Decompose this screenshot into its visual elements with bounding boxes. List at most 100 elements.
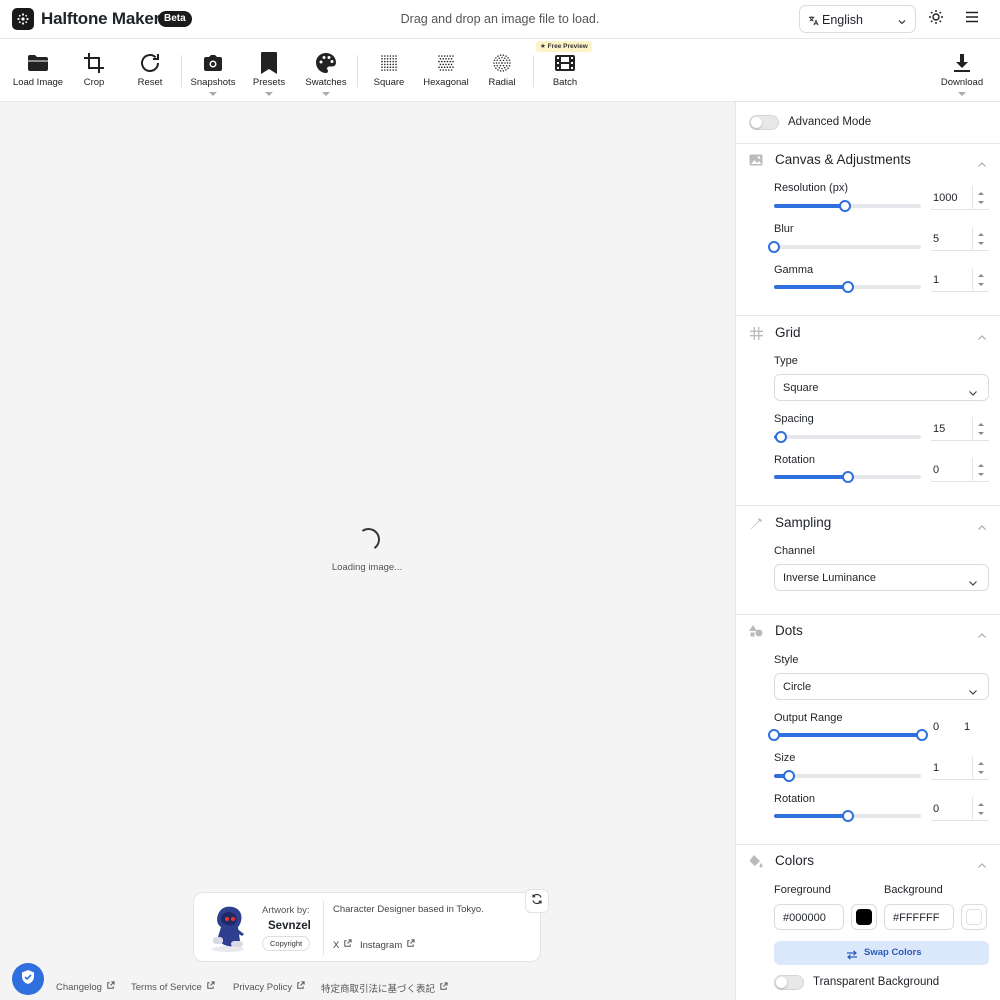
external-link-icon [343,939,352,951]
crop-button[interactable]: Crop [72,39,116,102]
dots-header[interactable]: Dots [736,615,1000,647]
output-range-slider[interactable] [768,729,928,741]
menu-button[interactable] [962,9,982,29]
chevron-down-icon [897,14,907,32]
blur-slider[interactable] [768,241,921,253]
grid-square-button[interactable]: Square [367,39,411,102]
canvas-adjustments-header[interactable]: Canvas & Adjustments [736,144,1000,176]
dot-size-slider[interactable] [774,770,921,782]
chevron-up-icon [977,627,987,645]
spacing-label: Spacing [774,413,814,425]
grid-hexagonal-button[interactable]: Hexagonal [419,39,473,102]
camera-icon [201,51,225,75]
background-label: Background [884,884,943,896]
grid-type-label: Type [774,355,798,367]
shuffle-artwork-button[interactable] [525,889,549,913]
slider-thumb[interactable] [841,281,854,293]
dropdown-caret-icon [209,92,217,96]
range-min-thumb[interactable] [768,729,780,741]
channel-select[interactable]: Inverse Luminance [774,564,989,591]
translate-icon [808,13,819,31]
spacing-input[interactable]: 15 [931,417,989,441]
range-max-thumb[interactable] [916,729,928,741]
x-link-label: X [333,939,340,951]
foreground-swatch[interactable] [851,904,877,930]
toolbar: Load Image Crop Reset Snapshots Presets … [0,39,1000,102]
output-range-min-value[interactable]: 0 [933,721,939,733]
swap-icon [846,947,858,965]
batch-button[interactable]: Batch [542,39,588,102]
load-image-button[interactable]: Load Image [8,39,68,102]
slider-thumb[interactable] [841,810,854,822]
swap-colors-button[interactable]: Swap Colors [774,941,989,965]
artist-x-link[interactable]: X [333,939,352,951]
legal-notice-link[interactable]: 特定商取引法に基づく表記 [321,981,448,995]
background-color-value: #FFFFFF [893,912,940,924]
transparent-background-toggle[interactable] [774,975,804,990]
number-stepper[interactable] [972,268,989,292]
sampling-header[interactable]: Sampling [736,507,1000,539]
number-stepper[interactable] [972,458,989,482]
colors-header[interactable]: Colors [736,845,1000,877]
dot-rotation-input[interactable]: 0 [931,797,989,821]
dot-size-input[interactable]: 1 [931,756,989,780]
theme-toggle-button[interactable] [926,9,946,29]
grid-radial-button[interactable]: Radial [480,39,524,102]
output-range-max-value[interactable]: 1 [964,721,970,733]
reset-button[interactable]: Reset [128,39,172,102]
number-stepper[interactable] [972,227,989,251]
snapshots-button[interactable]: Snapshots [188,39,238,102]
background-color-input[interactable]: #FFFFFF [884,904,954,930]
privacy-settings-button[interactable] [12,963,44,995]
slider-thumb[interactable] [768,241,780,253]
language-select[interactable]: English [799,5,916,33]
transparent-background-label: Transparent Background [813,976,940,988]
grid-type-select[interactable]: Square [774,374,989,401]
settings-panel: Advanced Mode Canvas & Adjustments Resol… [735,102,1000,1000]
presets-button[interactable]: Presets [246,39,292,102]
gamma-slider[interactable] [774,281,921,293]
terms-link[interactable]: Terms of Service [131,981,215,993]
artist-instagram-link[interactable]: Instagram [360,939,415,951]
beta-badge: Beta [158,11,192,27]
resolution-input[interactable]: 1000 [931,186,989,210]
foreground-color-input[interactable]: #000000 [774,904,844,930]
slider-thumb[interactable] [782,770,795,782]
gamma-input[interactable]: 1 [931,268,989,292]
swap-colors-label: Swap Colors [864,947,922,958]
artwork-by-label: Artwork by: [262,905,310,916]
dot-rotation-slider[interactable] [774,810,921,822]
privacy-policy-link[interactable]: Privacy Policy [233,981,305,993]
external-link-icon [296,981,305,993]
spacing-slider[interactable] [774,431,921,443]
download-button[interactable]: Download [936,39,988,102]
slider-thumb[interactable] [838,200,851,212]
changelog-link[interactable]: Changelog [56,981,115,993]
grid-rotation-input[interactable]: 0 [931,458,989,482]
swatches-button[interactable]: Swatches [300,39,352,102]
hexagonal-grid-icon [434,51,458,75]
hexagonal-label: Hexagonal [423,77,469,88]
privacy-policy-label: Privacy Policy [233,981,293,993]
resolution-slider[interactable] [774,200,921,212]
grid-header[interactable]: Grid [736,317,1000,349]
crop-icon [82,51,106,75]
background-swatch[interactable] [961,904,987,930]
slider-thumb[interactable] [841,471,854,483]
grid-rotation-slider[interactable] [774,471,921,483]
canvas-adjustments-title: Canvas & Adjustments [775,152,911,167]
grid-icon [749,326,763,340]
slider-thumb[interactable] [775,431,788,443]
copyright-badge: Copyright [262,936,311,951]
number-stepper[interactable] [972,756,989,780]
resolution-label: Resolution (px) [774,182,848,194]
number-stepper[interactable] [972,797,989,821]
dropdown-caret-icon [265,92,273,96]
number-stepper[interactable] [972,186,989,210]
number-stepper[interactable] [972,417,989,441]
advanced-mode-toggle[interactable] [749,115,779,130]
slider-fill [774,475,848,479]
blur-input[interactable]: 5 [931,227,989,251]
dot-style-select[interactable]: Circle [774,673,989,700]
terms-label: Terms of Service [131,981,202,993]
